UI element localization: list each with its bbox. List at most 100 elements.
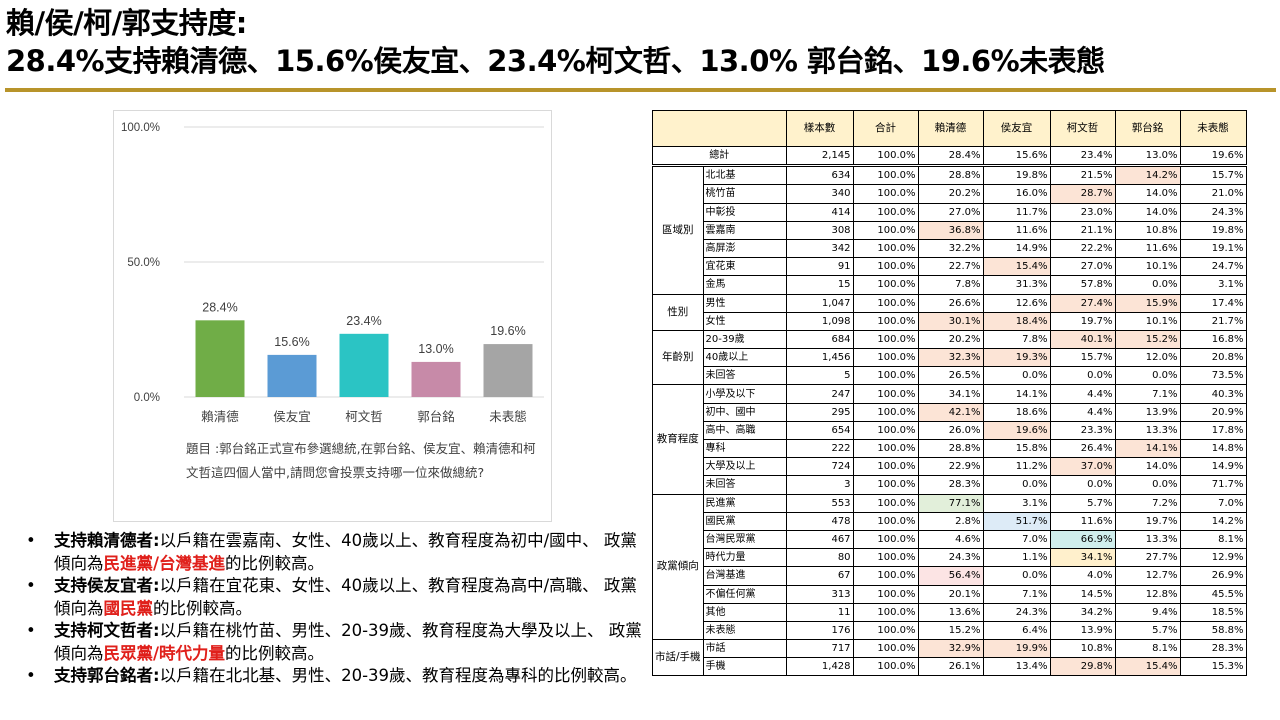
column-header: 合計 — [852, 110, 919, 147]
finding-lead: 支持侯友宜者: — [54, 576, 160, 595]
table-row: 性別 男性 1,047 100.0% 26.6% 12.6% 27.4% 15.9% 17.4% — [652, 293, 1247, 331]
row-label: 民進黨 — [702, 493, 787, 513]
finding-text: 以戶籍在北北基、男性、20-39歲、教育程度為專科的比例較高。 — [159, 666, 637, 685]
cell: 26.4% — [1049, 438, 1116, 459]
cell: 11.7% — [982, 202, 1051, 222]
cell: 22.7% — [917, 257, 984, 277]
cell: 467 — [785, 529, 854, 550]
row-label: 金馬 — [702, 275, 787, 295]
cell: 7.0% — [982, 529, 1051, 550]
table-row: 專科 222 100.0% 28.8% 15.8% 26.4% 14.1% 14.8% — [653, 438, 1247, 459]
table-row: 未回答 5 100.0% 26.5% 0.0% 0.0% 0.0% 73.5% — [653, 366, 1247, 386]
cell: 0.0% — [982, 566, 1051, 586]
cell: 8.1% — [1114, 639, 1181, 659]
highlighted-cell: 40.1% — [1049, 329, 1116, 350]
row-label: 北北基 — [702, 165, 787, 186]
finding-text: 的比例較高。 — [225, 643, 325, 663]
cell: 1,047 — [785, 293, 854, 313]
cell: 0.0% — [1049, 475, 1116, 495]
cell: 4.6% — [917, 529, 984, 550]
cell: 34.2% — [1049, 602, 1116, 622]
cell: 7.1% — [1114, 384, 1181, 404]
row-group-label: 性別 — [652, 293, 704, 331]
findings-list: • 支持賴清德者:以戶籍在雲嘉南、女性、40歲以上、教育程度為初中/國中、 政黨傾… — [22, 530, 642, 688]
row-label: 桃竹苗 — [702, 184, 787, 204]
cell: 100.0% — [852, 457, 919, 477]
table-row: 宜花東 91 100.0% 22.7% 15.4% 27.0% 10.1% 24.7% — [653, 257, 1247, 277]
cell: 4.4% — [1049, 402, 1116, 422]
total-row: 總計 2,145 100.0% 28.4% 15.6% 23.4% 13.0% 19.6% — [652, 145, 1247, 168]
data-label: 28.4% — [202, 300, 237, 314]
cell: 14.0% — [1114, 457, 1181, 477]
cell: 24.3% — [982, 602, 1051, 622]
cell: 100.0% — [852, 293, 919, 313]
highlighted-cell: 66.9% — [1049, 529, 1116, 550]
cell: 17.8% — [1179, 420, 1247, 441]
table-row: 40歲以上 1,456 100.0% 32.3% 19.3% 15.7% 12.0% 20.8… — [653, 348, 1247, 368]
cell: 3 — [785, 475, 854, 495]
cell: 100.0% — [852, 311, 919, 331]
cell: 13.0% — [1114, 145, 1181, 168]
highlighted-cell: 15.2% — [1114, 329, 1181, 350]
finding-lead: 支持郭台銘者: — [54, 666, 160, 685]
cell: 21.7% — [1179, 311, 1247, 331]
row-group-label: 年齡別 — [652, 329, 704, 386]
bullet-icon: • — [26, 576, 36, 595]
cell: 295 — [785, 402, 854, 422]
x-tick-label: 侯友宜 — [273, 409, 311, 424]
cell: 20.2% — [917, 329, 984, 350]
cell: 28.8% — [917, 438, 984, 459]
cell: 222 — [785, 438, 854, 459]
cell: 20.2% — [917, 184, 984, 204]
cell: 19.7% — [1114, 511, 1181, 531]
cell: 0.0% — [1114, 475, 1181, 495]
cell: 23.0% — [1049, 202, 1116, 222]
cell: 80 — [785, 548, 854, 568]
cell: 28.3% — [1179, 639, 1247, 659]
cell: 100.0% — [852, 165, 919, 186]
cell: 19.7% — [1049, 311, 1116, 331]
cell: 15.7% — [1049, 348, 1116, 368]
cell: 100.0% — [852, 475, 919, 495]
cell: 23.4% — [1049, 145, 1116, 168]
cell: 22.9% — [917, 457, 984, 477]
cell: 7.8% — [917, 275, 984, 295]
cell: 100.0% — [852, 511, 919, 531]
cell: 100.0% — [852, 620, 919, 641]
row-label: 未回答 — [702, 475, 787, 495]
table-row: 未表態 176 100.0% 15.2% 6.4% 13.9% 5.7% 58.8% — [653, 620, 1247, 641]
table-row: 桃竹苗 340 100.0% 20.2% 16.0% 28.7% 14.0% 21.0% — [653, 184, 1247, 204]
title-underline — [5, 88, 1276, 92]
cell: 26.5% — [917, 366, 984, 386]
finding-highlight: 民進黨/台灣基進 — [103, 553, 226, 573]
cell: 13.6% — [917, 602, 984, 622]
cell: 12.9% — [1179, 548, 1247, 568]
cell: 26.9% — [1179, 566, 1247, 586]
cell: 100.0% — [852, 566, 919, 586]
highlighted-cell: 42.1% — [917, 402, 984, 422]
highlighted-cell: 34.1% — [1049, 548, 1116, 568]
data-label: 15.6% — [274, 335, 309, 349]
cell: 57.8% — [1049, 275, 1116, 295]
cell: 1,098 — [785, 311, 854, 331]
cell: 4.4% — [1049, 384, 1116, 404]
cell: 2.8% — [917, 511, 984, 531]
table-row: 台灣基進 67 100.0% 56.4% 0.0% 4.0% 12.7% 26.9% — [653, 566, 1247, 586]
finding-highlight: 國民黨 — [103, 598, 154, 618]
cell: 16.0% — [982, 184, 1051, 204]
cell: 26.0% — [917, 420, 984, 441]
row-group-label: 政黨傾向 — [652, 493, 704, 641]
cell: 14.0% — [1114, 184, 1181, 204]
cell: 15.2% — [917, 620, 984, 641]
cell: 13.3% — [1114, 529, 1181, 550]
cell: 15.6% — [982, 145, 1051, 168]
cell: 28.8% — [917, 165, 984, 186]
cell: 18.6% — [982, 402, 1051, 422]
table-row: 其他 11 100.0% 13.6% 24.3% 34.2% 9.4% 18.5% — [653, 602, 1247, 622]
highlighted-cell: 18.4% — [982, 311, 1051, 331]
cell: 414 — [785, 202, 854, 222]
highlighted-cell: 77.1% — [917, 493, 984, 513]
table-row: 手機 1,428 100.0% 26.1% 13.4% 29.8% 15.4% 15.3% — [653, 657, 1247, 677]
highlighted-cell: 15.9% — [1114, 293, 1181, 313]
cell: 3.1% — [982, 493, 1051, 513]
